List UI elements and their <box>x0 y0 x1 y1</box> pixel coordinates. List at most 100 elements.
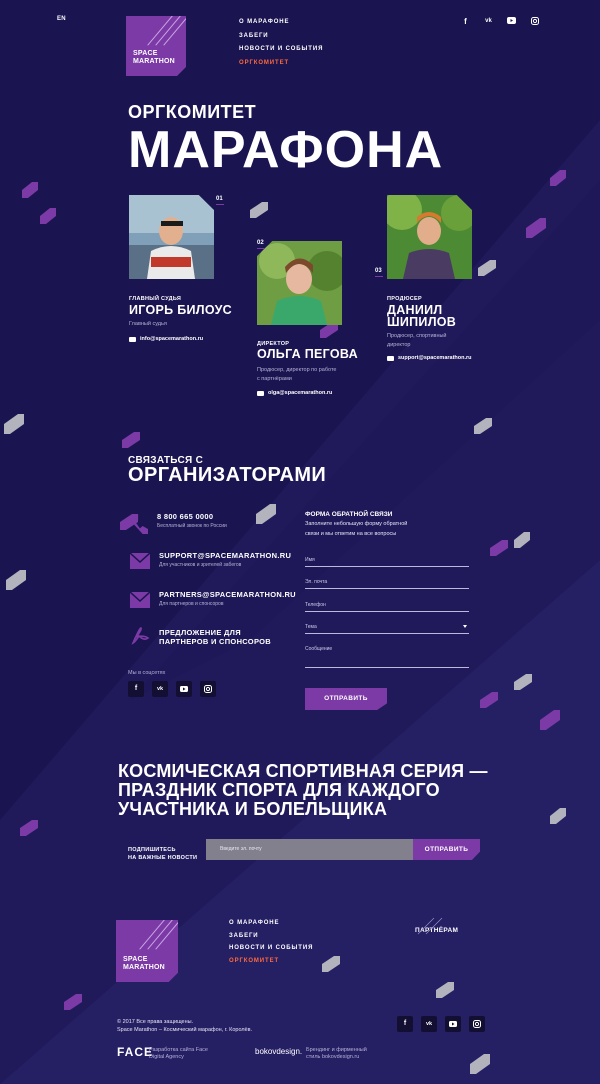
person-photo-2 <box>257 241 342 325</box>
copyright-line2: Space Marathon – Космический марафон, г.… <box>117 1027 253 1033</box>
subscribe-label-line1: ПОДПИШИТЕСЬ <box>128 847 176 853</box>
facebook-icon[interactable]: f <box>397 1016 413 1032</box>
facebook-icon[interactable]: f <box>128 681 144 697</box>
person-email-3-text: support@spacemarathon.ru <box>398 355 472 361</box>
footer-logo-text: SPACE MARATHON <box>123 956 165 972</box>
phone-icon <box>130 514 148 534</box>
person-role-3: ПРОДЮСЕР <box>387 296 422 302</box>
contact-support-value: SUPPORT@SPACEMARATHON.RU <box>159 551 292 560</box>
person-desc-2-line2: с партнёрами <box>257 376 292 382</box>
person-name-2: ОЛЬГА ПЕГОВА <box>257 347 358 361</box>
person-email-1-text: info@spacemarathon.ru <box>140 336 204 342</box>
form-title: ФОРМА ОБРАТНОЙ СВЯЗИ <box>305 511 393 518</box>
subscribe-button[interactable]: ОТПРАВИТЬ <box>413 839 480 860</box>
footer-social: f vk <box>397 1016 485 1032</box>
contact-phone-text: 8 800 665 0000 Бесплатный звонок по Росс… <box>157 512 227 529</box>
contact-support-email[interactable]: SUPPORT@SPACEMARATHON.RU Для участников … <box>129 551 291 569</box>
topic-select[interactable]: Тема <box>305 622 469 634</box>
face-agency-credit: Разработка сайта Face Digital Agency <box>149 1047 208 1061</box>
envelope-icon <box>387 355 394 361</box>
subscribe-email-input[interactable]: Введите эл. почту <box>206 839 414 860</box>
contacts-title: ОРГАНИЗАТОРАМИ <box>128 464 327 486</box>
face-agency-logo[interactable]: FACE <box>117 1045 153 1059</box>
message-field[interactable]: Сообщение <box>305 644 469 668</box>
person-desc-3: Продюсер, спортивный директор <box>387 332 447 350</box>
person-photo-3 <box>387 195 472 279</box>
email-field[interactable]: Эл. почта <box>305 577 469 589</box>
vk-icon[interactable]: vk <box>484 17 493 26</box>
partners-decor-lines <box>417 917 443 935</box>
person-desc-2-line1: Продюсер, директор по работе <box>257 367 337 373</box>
logo-text-line1: SPACE <box>133 50 158 57</box>
person-email-3[interactable]: support@spacemarathon.ru <box>387 355 472 361</box>
envelope-icon <box>129 552 151 569</box>
youtube-icon[interactable] <box>176 681 192 697</box>
instagram-icon[interactable] <box>200 681 216 697</box>
contact-partners-offer[interactable]: ПРЕДЛОЖЕНИЕ ДЛЯ ПАРТНЕРОВ И СПОНСОРОВ <box>130 625 271 646</box>
youtube-icon[interactable] <box>445 1016 461 1032</box>
footer-nav-about[interactable]: О МАРАФОНЕ <box>229 917 313 930</box>
bokovdesign-credit: Брендинг и фирменный стиль bokovdesign.r… <box>306 1047 367 1061</box>
person-photo-1 <box>129 195 214 279</box>
phone-field[interactable]: Телефон <box>305 600 469 612</box>
footer-logo-line2: MARATHON <box>123 964 165 971</box>
contact-support-sub: Для участников и зрителей забегов <box>159 562 242 568</box>
space-marathon-logo[interactable]: SPACE MARATHON <box>126 16 186 76</box>
instagram-icon[interactable] <box>469 1016 485 1032</box>
instagram-icon[interactable] <box>530 17 539 26</box>
contact-phone-sub: Бесплатный звонок по России <box>157 523 227 529</box>
copyright: © 2017 Все права защищены. Space Maratho… <box>117 1018 252 1034</box>
contacts-social: f vk <box>128 681 216 697</box>
logo-text-line2: MARATHON <box>133 58 175 65</box>
footer-nav: О МАРАФОНЕ ЗАБЕГИ НОВОСТИ И СОБЫТИЯ ОРГК… <box>229 917 313 967</box>
slogan-line2: ПРАЗДНИК СПОРТА ДЛЯ КАЖДОГО <box>118 780 440 800</box>
person-number-1: 01 <box>216 196 224 205</box>
vk-icon[interactable]: vk <box>152 681 168 697</box>
slogan-line1: КОСМИЧЕСКАЯ СПОРТИВНАЯ СЕРИЯ — <box>118 761 488 781</box>
envelope-icon <box>129 591 151 608</box>
footer-logo[interactable]: SPACE MARATHON <box>116 920 178 982</box>
logo-stripe <box>139 920 166 950</box>
nav-item-about[interactable]: О МАРАФОНЕ <box>239 16 323 30</box>
youtube-icon[interactable] <box>507 17 516 26</box>
footer-nav-races[interactable]: ЗАБЕГИ <box>229 930 313 943</box>
footer-nav-committee[interactable]: ОРГКОМИТЕТ <box>229 955 313 968</box>
form-submit-button[interactable]: ОТПРАВИТЬ <box>305 688 387 710</box>
form-subtitle-line2: связи и мы ответим на все вопросы <box>305 530 397 537</box>
person-email-2[interactable]: olga@spacemarathon.ru <box>257 390 332 396</box>
contact-offer-line1: ПРЕДЛОЖЕНИЕ ДЛЯ <box>159 628 241 637</box>
pdf-icon <box>130 625 150 645</box>
vk-icon[interactable]: vk <box>421 1016 437 1032</box>
follow-label: Мы в соцсетях <box>128 670 166 676</box>
nav-item-races[interactable]: ЗАБЕГИ <box>239 30 323 44</box>
person-email-2-text: olga@spacemarathon.ru <box>268 390 333 396</box>
person-desc-3-line1: Продюсер, спортивный <box>387 333 447 339</box>
contact-offer-line2: ПАРТНЕРОВ И СПОНСОРОВ <box>159 637 271 646</box>
name-field[interactable]: Имя <box>305 555 469 567</box>
nav-item-news[interactable]: НОВОСТИ И СОБЫТИЯ <box>239 43 323 57</box>
footer-nav-news[interactable]: НОВОСТИ И СОБЫТИЯ <box>229 942 313 955</box>
page-title: МАРАФОНА <box>128 121 444 179</box>
bokovdesign-logo[interactable]: bokovdesign. <box>255 1047 302 1056</box>
contact-support-text: SUPPORT@SPACEMARATHON.RU Для участников … <box>159 551 291 568</box>
language-switch[interactable]: EN <box>57 16 66 22</box>
contact-partners-value: PARTNERS@SPACEMARATHON.RU <box>159 590 296 599</box>
page: EN SPACE MARATHON О МАРАФОНЕ ЗАБЕГИ НОВО… <box>0 0 600 1084</box>
facebook-icon[interactable]: f <box>461 17 470 26</box>
person-email-1[interactable]: info@spacemarathon.ru <box>129 336 203 342</box>
envelope-icon <box>129 336 136 342</box>
nav-item-committee[interactable]: ОРГКОМИТЕТ <box>239 57 323 71</box>
slogan-line3: УЧАСТНИКА И БОЛЕЛЬЩИКА <box>118 799 388 819</box>
contact-partners-email[interactable]: PARTNERS@SPACEMARATHON.RU Для партнеров … <box>129 590 296 608</box>
contact-partners-sub: Для партнеров и спонсоров <box>159 601 224 607</box>
subscribe-label: ПОДПИШИТЕСЬ НА ВАЖНЫЕ НОВОСТИ <box>128 846 197 862</box>
contact-phone[interactable]: 8 800 665 0000 Бесплатный звонок по Росс… <box>130 512 227 534</box>
bokov-credit-line1: Брендинг и фирменный <box>306 1047 367 1053</box>
person-number-2: 02 <box>257 240 265 249</box>
logo-stripe <box>147 16 174 46</box>
person-name-1: ИГОРЬ БИЛОУС <box>129 303 232 317</box>
contact-partners-text: PARTNERS@SPACEMARATHON.RU Для партнеров … <box>159 590 296 607</box>
contact-phone-value: 8 800 665 0000 <box>157 512 214 521</box>
person-name-3: ДАНИИЛ ШИПИЛОВ <box>387 304 456 329</box>
header-social: f vk <box>461 17 539 26</box>
